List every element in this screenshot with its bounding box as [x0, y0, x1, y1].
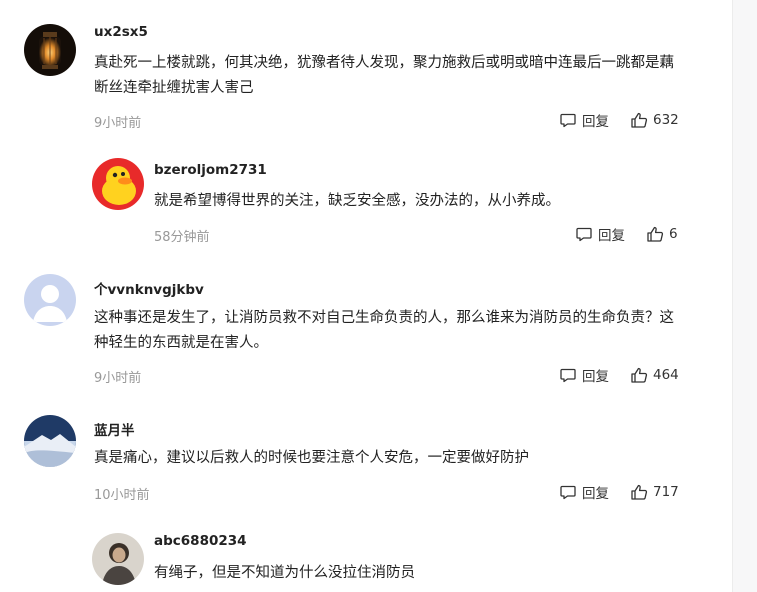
- thumbs-up-icon: [647, 226, 664, 242]
- like-button[interactable]: 464: [630, 366, 679, 384]
- comment-text: 有绳子，但是不知道为什么没拉住消防员: [154, 565, 415, 581]
- reply-item: abc6880234 有绳子，但是不知道为什么没拉住消防员: [0, 515, 700, 592]
- comment-time: 9小时前: [94, 371, 142, 386]
- comment-text: 真是痛心，建议以后救人的时候也要注意个人安危，一定要做好防护: [94, 450, 529, 466]
- comment-item: ux2sx5 真赴死一上楼就跳，何其决绝，犹豫者待人发现，聚力施救后或明或暗中连…: [0, 0, 700, 150]
- duck-avatar[interactable]: [92, 158, 144, 210]
- thumbs-up-icon: [631, 367, 648, 383]
- comment-item: 个vvnknvgjkbv 这种事还是发生了，让消防员救不对自己生命负责的人，那么…: [0, 260, 700, 400]
- comment-username[interactable]: 蓝月半: [94, 419, 135, 439]
- comment-actions: 回复 6: [575, 224, 678, 244]
- person-photo-avatar[interactable]: [92, 533, 144, 585]
- comment-time: 10小时前: [94, 488, 150, 503]
- comment-actions: 回复 464: [559, 365, 679, 385]
- reply-item: bzeroljom2731 就是希望博得世界的关注，缺乏安全感，没办法的，从小养…: [0, 150, 700, 260]
- comment-text: 真赴死一上楼就跳，何其决绝，犹豫者待人发现，聚力施救后或明或暗中连最后一跳都是藕…: [94, 55, 674, 96]
- thumbs-up-icon: [631, 484, 648, 500]
- like-button[interactable]: 632: [630, 111, 679, 129]
- lantern-avatar[interactable]: [24, 24, 76, 76]
- comment-text: 这种事还是发生了，让消防员救不对自己生命负责的人，那么谁来为消防员的生命负责？这…: [94, 310, 674, 351]
- reply-button[interactable]: 回复: [559, 110, 609, 130]
- comment-text: 就是希望博得世界的关注，缺乏安全感，没办法的，从小养成。: [154, 193, 560, 209]
- comment-username[interactable]: ux2sx5: [94, 24, 148, 40]
- scrollbar-track[interactable]: [732, 0, 757, 592]
- comment-bubble-icon: [560, 485, 576, 500]
- comment-time: 58分钟前: [154, 230, 210, 245]
- snow-mountain-avatar[interactable]: [24, 415, 76, 467]
- reply-label: 回复: [582, 114, 609, 130]
- thumbs-up-icon: [631, 112, 648, 128]
- like-button[interactable]: 6: [646, 225, 678, 243]
- default-user-avatar[interactable]: [24, 274, 76, 326]
- like-count: 6: [669, 226, 678, 242]
- comment-username[interactable]: bzeroljom2731: [154, 162, 267, 178]
- reply-label: 回复: [598, 228, 625, 244]
- comment-username[interactable]: abc6880234: [154, 533, 247, 549]
- reply-button[interactable]: 回复: [559, 365, 609, 385]
- comment-bubble-icon: [576, 227, 592, 242]
- like-button[interactable]: 717: [630, 483, 679, 501]
- reply-label: 回复: [582, 369, 609, 385]
- comment-username[interactable]: 个vvnknvgjkbv: [94, 278, 204, 298]
- like-count: 717: [653, 484, 679, 500]
- comment-item: 蓝月半 真是痛心，建议以后救人的时候也要注意个人安危，一定要做好防护 10小时前…: [0, 400, 700, 515]
- like-count: 632: [653, 112, 679, 128]
- reply-label: 回复: [582, 486, 609, 502]
- like-count: 464: [653, 367, 679, 383]
- comment-actions: 回复 632: [559, 110, 679, 130]
- comment-actions: 回复 717: [559, 482, 679, 502]
- comment-time: 9小时前: [94, 116, 142, 131]
- comment-bubble-icon: [560, 113, 576, 128]
- reply-button[interactable]: 回复: [559, 482, 609, 502]
- comment-bubble-icon: [560, 368, 576, 383]
- reply-button[interactable]: 回复: [575, 224, 625, 244]
